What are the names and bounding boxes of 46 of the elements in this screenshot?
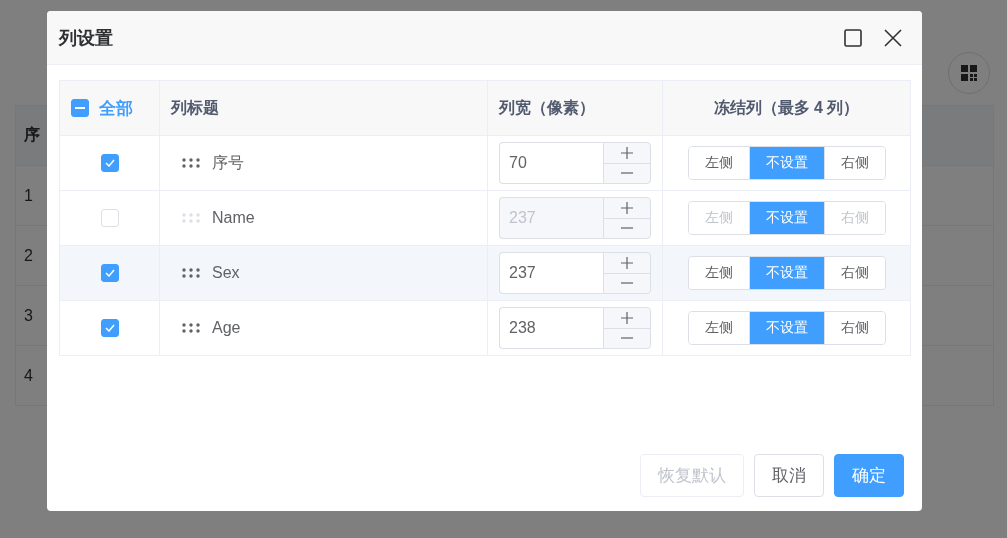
drag-handle-icon[interactable]	[182, 213, 200, 223]
close-icon	[884, 28, 902, 47]
table-cell: 1	[24, 186, 33, 205]
width-input[interactable]: 237	[499, 252, 603, 294]
dialog-button[interactable]: 取消	[754, 454, 824, 497]
table-cell: 2	[24, 246, 33, 265]
freeze-option[interactable]: 右侧	[823, 312, 885, 344]
check-icon	[104, 159, 115, 167]
plus-icon	[621, 256, 633, 269]
select-all-checkbox[interactable]	[71, 99, 89, 117]
minus-icon	[621, 227, 633, 230]
minus-icon	[621, 172, 633, 175]
column-title: Name	[212, 209, 255, 227]
width-input[interactable]: 238	[499, 307, 603, 349]
column-title: Age	[212, 319, 241, 337]
column-header: 列标题	[171, 97, 219, 118]
drag-handle-icon[interactable]	[182, 158, 200, 168]
checkbox[interactable]	[100, 154, 119, 172]
checkbox[interactable]	[100, 319, 119, 337]
column-header: 列宽（像素）	[499, 97, 595, 118]
column-title: Sex	[212, 264, 240, 282]
freeze-option[interactable]: 左侧	[688, 257, 749, 289]
check-icon	[104, 269, 115, 277]
minus-icon	[621, 337, 633, 340]
column-header: 冻结列（最多 4 列）	[713, 97, 860, 118]
freeze-option[interactable]: 右侧	[823, 257, 885, 289]
grid-button[interactable]	[948, 52, 990, 94]
drag-handle-icon[interactable]	[182, 323, 200, 333]
freeze-option[interactable]: 右侧	[823, 147, 885, 179]
column-title: 序号	[212, 152, 244, 173]
grid-icon	[961, 65, 977, 81]
column-header: 全部	[99, 97, 133, 120]
minus-icon	[75, 107, 85, 109]
plus-icon	[621, 311, 633, 324]
width-input[interactable]: 70	[499, 142, 603, 184]
minus-icon	[621, 282, 633, 285]
table-header-cell-text: 序	[24, 125, 40, 145]
drag-handle-icon[interactable]	[182, 268, 200, 278]
plus-icon	[621, 146, 633, 159]
check-icon	[104, 324, 115, 332]
plus-icon	[621, 201, 633, 214]
table-cell: 3	[24, 306, 33, 325]
square-icon	[844, 28, 862, 47]
dialog-title: 列设置	[59, 26, 113, 50]
checkbox[interactable]	[100, 264, 119, 282]
table-cell: 4	[24, 366, 33, 385]
